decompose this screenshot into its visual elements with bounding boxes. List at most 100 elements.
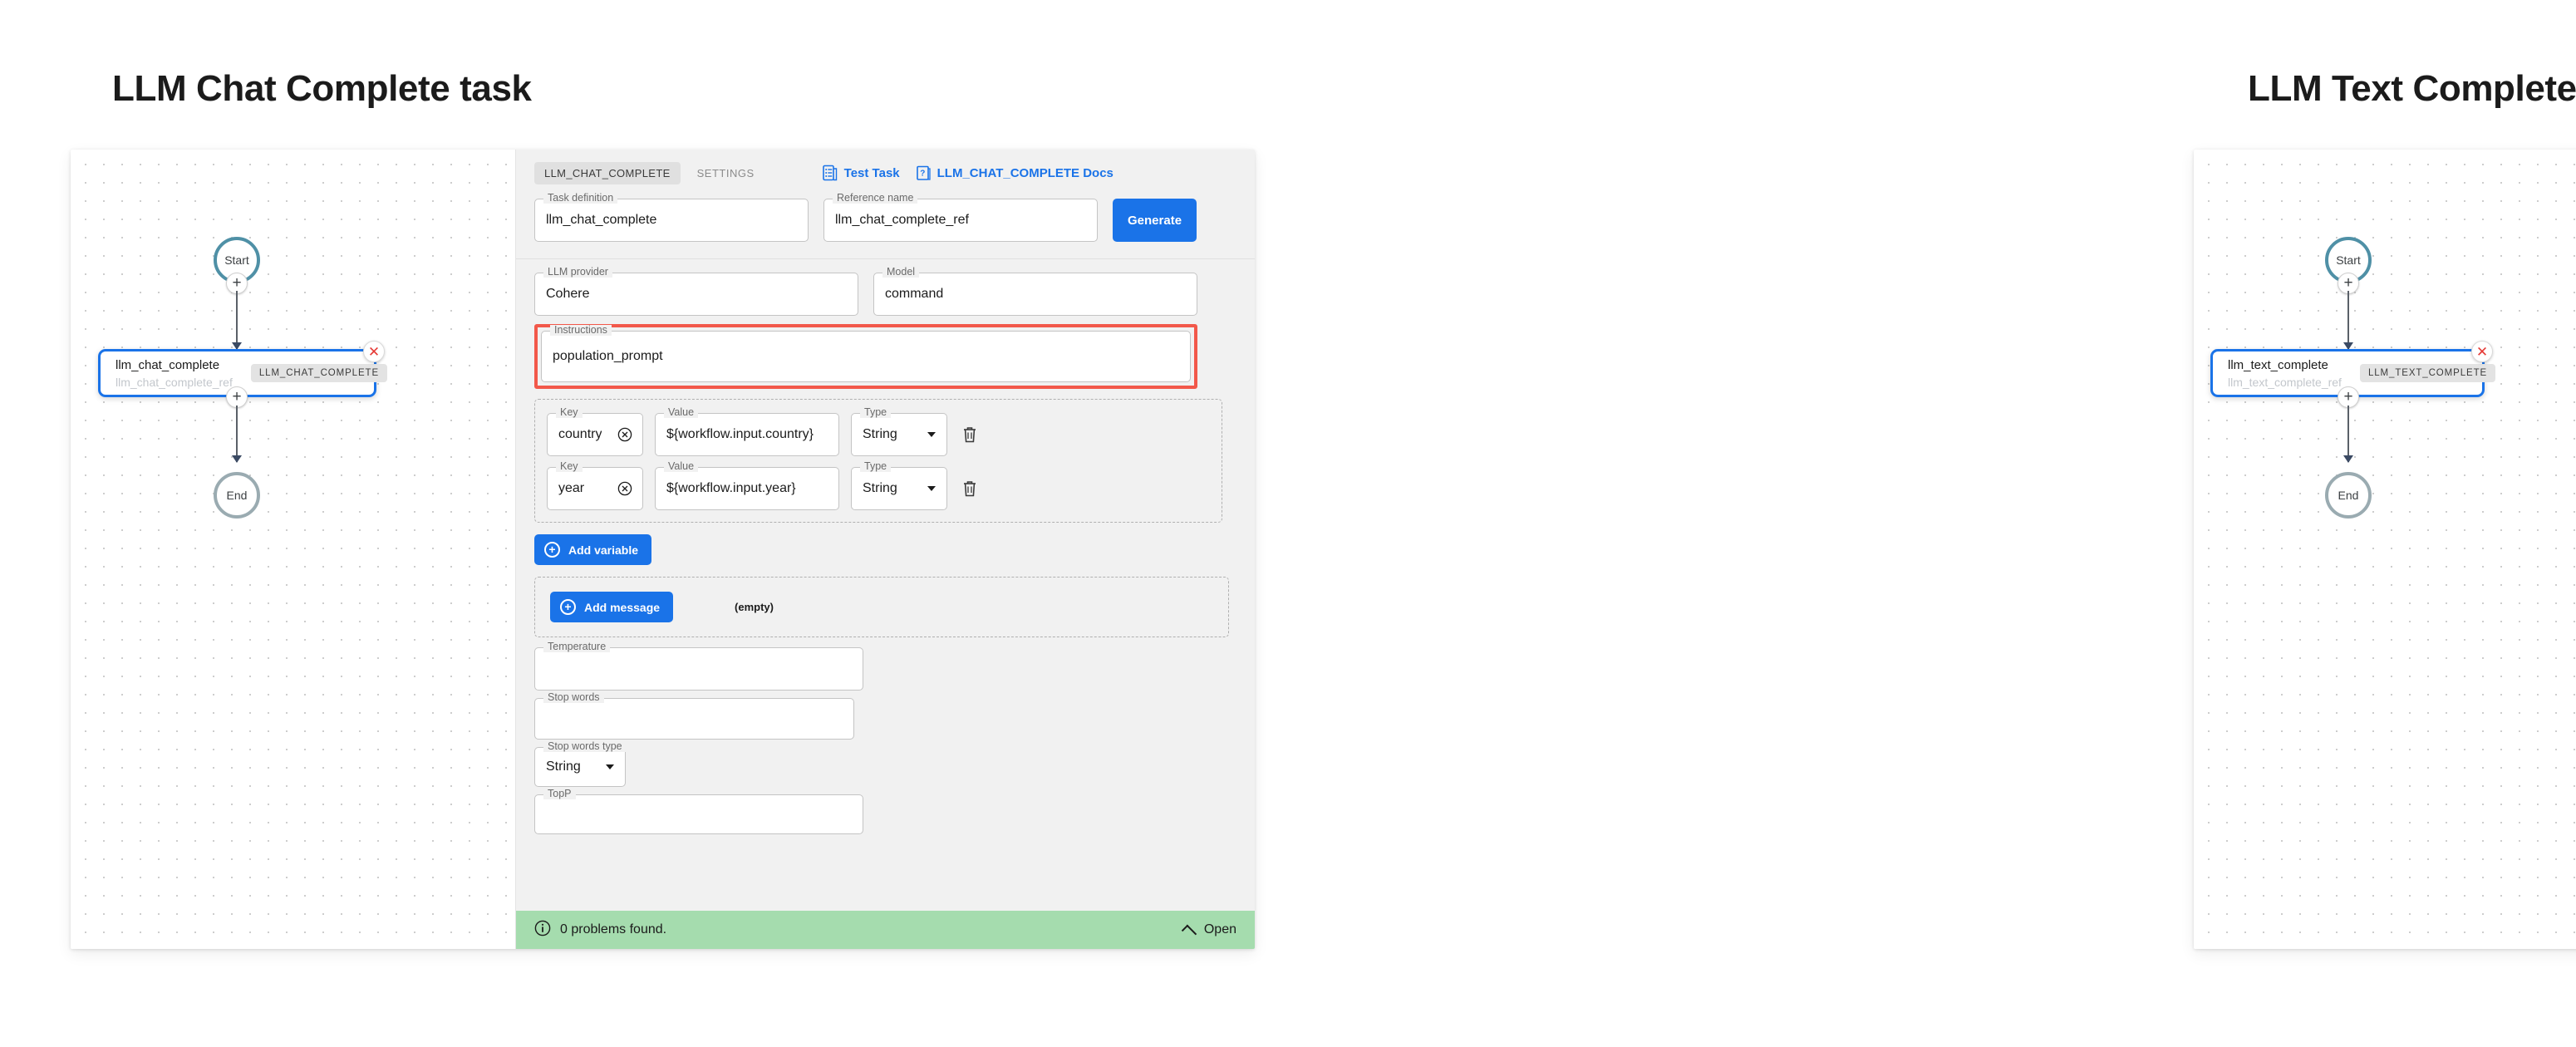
prompt-value: population_prompt <box>553 349 663 363</box>
task-node-ref: llm_chat_complete_ref <box>116 375 233 389</box>
close-icon[interactable]: ✕ <box>363 341 385 362</box>
variable-key-value: year <box>558 481 585 495</box>
app-body: Start llm_chat_complete llm_chat_complet… <box>71 150 1255 949</box>
delete-variable-button[interactable] <box>959 424 981 445</box>
tabs-row: LLM_CHAT_COMPLETE SETTINGS Test Task ? L… <box>534 160 1236 185</box>
topp-field[interactable]: TopP <box>534 789 863 834</box>
variable-key-field[interactable]: Key year <box>547 461 643 510</box>
close-icon[interactable]: ✕ <box>2471 341 2493 362</box>
pane-header: LLM_CHAT_COMPLETE SETTINGS Test Task ? L… <box>516 150 1255 259</box>
docs-book-icon: ? <box>916 165 931 181</box>
end-node-label: End <box>226 489 248 502</box>
topp-label: TopP <box>543 789 576 799</box>
chevron-down-icon <box>927 486 936 491</box>
add-message-button[interactable]: Add message <box>550 592 674 622</box>
edge-start-to-task <box>236 291 238 349</box>
variable-type-select[interactable]: Type String <box>851 407 947 456</box>
test-task-label: Test Task <box>843 165 900 180</box>
task-node-title: llm_text_complete <box>2228 357 2328 372</box>
variable-value-field[interactable]: Value ${workflow.input.year} <box>655 461 839 510</box>
docs-link[interactable]: ? LLM_CHAT_COMPLETE Docs <box>916 165 1113 181</box>
plus-circle-icon <box>560 599 576 615</box>
advanced-settings-stack: Temperature Stop words Stop words type S… <box>534 641 1236 834</box>
stop-words-type-select[interactable]: Stop words type String <box>534 741 627 787</box>
delete-variable-button[interactable] <box>959 478 981 499</box>
status-bar: 0 problems found. Open <box>516 911 1255 949</box>
stop-words-type-label: Stop words type <box>543 741 627 752</box>
task-form-pane: LLM_CHAT_COMPLETE SETTINGS Test Task ? L… <box>516 150 1255 949</box>
figure-llm-chat-complete: LLM Chat Complete task Start llm_chat_co… <box>0 0 1330 1047</box>
add-message-label: Add message <box>584 600 661 614</box>
variable-key-label: Key <box>556 461 583 472</box>
info-icon <box>534 920 551 941</box>
variable-type-value: String <box>863 481 897 495</box>
app-window: Start llm_text_complete llm_text_complet… <box>2194 150 2576 949</box>
messages-empty-label: (empty) <box>735 601 774 613</box>
variable-value-label: Value <box>664 461 699 472</box>
end-node-label: End <box>2338 489 2359 502</box>
task-node-type-badge: LLM_CHAT_COMPLETE <box>250 364 388 382</box>
stop-words-type-value: String <box>546 759 581 774</box>
variable-value-text: ${workflow.input.country} <box>666 427 814 441</box>
task-definition-field[interactable]: Task definition llm_chat_complete <box>534 193 809 242</box>
figure-llm-text-complete: LLM Text Complete task Start llm_text_co… <box>1330 0 2576 1047</box>
prompt-label: Instructions <box>550 325 612 336</box>
edge-task-to-end <box>236 406 238 462</box>
docs-label: LLM_CHAT_COMPLETE Docs <box>937 165 1113 180</box>
prompt-field[interactable]: Instructions population_prompt <box>541 325 1191 382</box>
reference-name-field[interactable]: Reference name llm_chat_complete_ref <box>823 193 1098 242</box>
workflow-node-end[interactable]: End <box>214 472 260 519</box>
variable-type-label: Type <box>860 407 892 418</box>
variable-value-label: Value <box>664 407 699 418</box>
variable-type-select[interactable]: Type String <box>851 461 947 510</box>
tab-task-type[interactable]: LLM_CHAT_COMPLETE <box>534 161 681 184</box>
llm-provider-field[interactable]: LLM provider Cohere <box>534 267 858 316</box>
temperature-field[interactable]: Temperature <box>534 641 863 691</box>
add-variable-label: Add variable <box>568 543 639 557</box>
start-node-label: Start <box>224 253 249 267</box>
provider-row: LLM provider Cohere Model command <box>534 267 1236 316</box>
variable-key-label: Key <box>556 407 583 418</box>
status-left: 0 problems found. <box>534 920 666 941</box>
workflow-canvas[interactable]: Start llm_chat_complete llm_chat_complet… <box>71 150 516 949</box>
add-variable-button[interactable]: Add variable <box>534 534 652 565</box>
app-body: Start llm_text_complete llm_text_complet… <box>2194 150 2576 949</box>
edge-task-to-end <box>2347 406 2349 462</box>
generate-button[interactable]: Generate <box>1113 199 1197 242</box>
pane-body: LLM provider Cohere Model command Instru… <box>516 259 1255 911</box>
variable-key-field[interactable]: Key country <box>547 407 643 456</box>
stop-words-field[interactable]: Stop words <box>534 692 854 740</box>
test-task-link[interactable]: Test Task <box>822 165 900 181</box>
definition-row: Task definition llm_chat_complete Refere… <box>534 185 1236 258</box>
model-field[interactable]: Model command <box>873 267 1197 316</box>
clear-icon[interactable] <box>617 481 632 496</box>
llm-provider-value: Cohere <box>546 287 590 301</box>
temperature-label: Temperature <box>543 641 611 652</box>
task-node-names: llm_chat_complete llm_chat_complete_ref <box>116 358 233 389</box>
reference-name-label: Reference name <box>833 193 918 204</box>
task-node-title: llm_chat_complete <box>116 357 220 372</box>
messages-group: Add message (empty) <box>534 577 1229 637</box>
svg-text:?: ? <box>920 169 925 178</box>
workflow-canvas[interactable]: Start llm_text_complete llm_text_complet… <box>2194 150 2576 949</box>
variables-group: Key country Value ${workflow.input.count… <box>534 399 1222 523</box>
variable-row: Key country Value ${workflow.input.count… <box>547 407 1210 456</box>
clear-icon[interactable] <box>617 427 632 442</box>
edge-start-to-task <box>2347 291 2349 349</box>
variable-value-field[interactable]: Value ${workflow.input.country} <box>655 407 839 456</box>
open-problems-button[interactable]: Open <box>1181 922 1236 941</box>
task-definition-label: Task definition <box>543 193 618 204</box>
model-value: command <box>885 287 944 301</box>
chevron-up-icon <box>1181 924 1197 941</box>
variable-type-label: Type <box>860 461 892 472</box>
variable-key-value: country <box>558 427 602 441</box>
workflow-node-end[interactable]: End <box>2325 472 2372 519</box>
header-links: Test Task ? LLM_CHAT_COMPLETE Docs <box>822 165 1113 181</box>
variable-value-text: ${workflow.input.year} <box>666 481 796 495</box>
task-node-type-badge: LLM_TEXT_COMPLETE <box>2359 364 2496 382</box>
prompt-highlight-box: Instructions population_prompt <box>534 324 1197 389</box>
tab-settings[interactable]: SETTINGS <box>697 167 755 179</box>
app-window: Start llm_chat_complete llm_chat_complet… <box>71 150 1255 949</box>
task-node-ref: llm_text_complete_ref <box>2228 375 2342 389</box>
chevron-down-icon <box>927 432 936 437</box>
